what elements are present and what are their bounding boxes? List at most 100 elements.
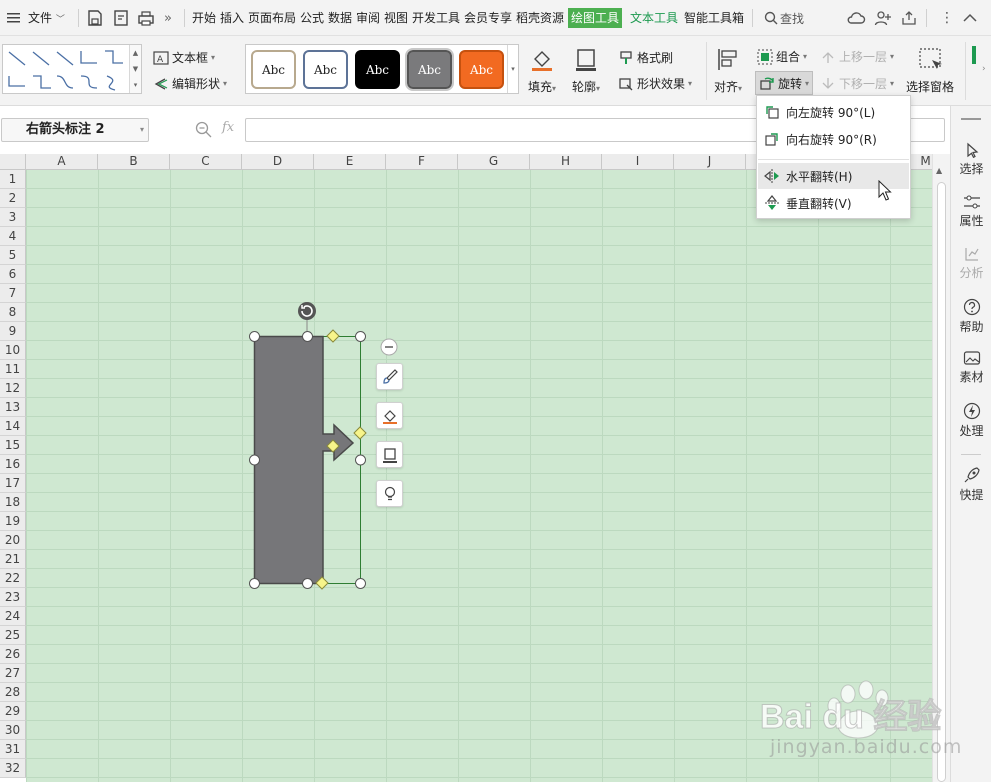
row-header[interactable]: 26: [0, 645, 26, 664]
row-header[interactable]: 9: [0, 322, 26, 341]
group-button[interactable]: 组合 ▾: [757, 48, 807, 65]
tab-text-tools[interactable]: 文本工具: [630, 8, 678, 28]
tab-smart-toolbox[interactable]: 智能工具箱: [684, 8, 744, 28]
style-gallery-expand[interactable]: ▾: [507, 45, 518, 93]
text-box-button[interactable]: A 文本框 ▾: [153, 49, 215, 66]
row-header[interactable]: 25: [0, 626, 26, 645]
row-header[interactable]: 4: [0, 227, 26, 246]
more-quick-access-icon[interactable]: »: [164, 0, 172, 36]
row-header[interactable]: 20: [0, 531, 26, 550]
tab-insert[interactable]: 插入: [220, 8, 244, 28]
selection-pane-button[interactable]: 选择窗格: [906, 46, 954, 95]
row-header[interactable]: 32: [0, 759, 26, 778]
row-header[interactable]: 31: [0, 740, 26, 759]
row-header[interactable]: 3: [0, 208, 26, 227]
search-button[interactable]: 查找: [764, 0, 804, 36]
tab-home[interactable]: 开始: [192, 8, 216, 28]
bring-forward-button[interactable]: 上移一层 ▾: [820, 48, 894, 65]
row-header[interactable]: 30: [0, 721, 26, 740]
row-header[interactable]: 23: [0, 588, 26, 607]
column-header[interactable]: F: [386, 154, 458, 170]
style-preset-5[interactable]: Abc: [459, 50, 504, 89]
shape-style-brush-button[interactable]: [376, 363, 403, 390]
row-header[interactable]: 2: [0, 189, 26, 208]
column-header[interactable]: H: [530, 154, 602, 170]
collapse-ribbon-icon[interactable]: [962, 0, 978, 36]
tab-view[interactable]: 视图: [384, 8, 408, 28]
tab-data[interactable]: 数据: [328, 8, 352, 28]
print-icon[interactable]: [137, 0, 155, 36]
ribbon-scroll-right-icon[interactable]: ›: [982, 64, 986, 74]
select-all-corner[interactable]: [0, 154, 26, 170]
shape-style-gallery[interactable]: Abc Abc Abc Abc Abc ▾: [245, 44, 519, 94]
mini-outline-button[interactable]: [376, 441, 403, 468]
style-preset-1[interactable]: Abc: [251, 50, 296, 89]
row-header[interactable]: 24: [0, 607, 26, 626]
rotate-button[interactable]: 旋转 ▾: [755, 71, 814, 95]
outline-button[interactable]: 轮廓▾: [572, 46, 600, 95]
collaborate-icon[interactable]: [874, 0, 892, 36]
column-header[interactable]: A: [26, 154, 98, 170]
mini-effect-button[interactable]: [376, 480, 403, 507]
save-icon[interactable]: [86, 0, 104, 36]
column-header[interactable]: G: [458, 154, 530, 170]
edit-shape-button[interactable]: 编辑形状 ▾: [153, 75, 227, 92]
format-painter-button[interactable]: 格式刷: [618, 49, 673, 66]
align-button[interactable]: 对齐▾: [714, 46, 742, 95]
row-header[interactable]: 12: [0, 379, 26, 398]
export-pdf-icon[interactable]: [112, 0, 130, 36]
row-header[interactable]: 15: [0, 436, 26, 455]
name-box[interactable]: 右箭头标注 2 ▾: [1, 118, 149, 142]
row-header[interactable]: 19: [0, 512, 26, 531]
row-header[interactable]: 6: [0, 265, 26, 284]
gallery-scroll[interactable]: ▲ ▼ ▾: [129, 45, 141, 93]
hamburger-icon[interactable]: [6, 0, 22, 36]
side-item-quick[interactable]: 快提: [951, 466, 991, 503]
row-header[interactable]: 22: [0, 569, 26, 588]
style-preset-2[interactable]: Abc: [303, 50, 348, 89]
row-header[interactable]: 18: [0, 493, 26, 512]
tab-docer-resources[interactable]: 稻壳资源: [516, 8, 564, 28]
file-menu[interactable]: 文件 ﹀: [28, 8, 65, 28]
column-header[interactable]: E: [314, 154, 386, 170]
side-item-material[interactable]: 素材: [951, 350, 991, 385]
side-item-select[interactable]: 选择: [951, 142, 991, 177]
row-header[interactable]: 17: [0, 474, 26, 493]
column-header[interactable]: J: [674, 154, 746, 170]
scroll-up-icon[interactable]: ▲: [936, 166, 942, 175]
row-header[interactable]: 21: [0, 550, 26, 569]
row-header[interactable]: 11: [0, 360, 26, 379]
side-item-process[interactable]: 处理: [951, 402, 991, 439]
row-header[interactable]: 7: [0, 284, 26, 303]
tab-review[interactable]: 审阅: [356, 8, 380, 28]
connector-shape-gallery[interactable]: ▲ ▼ ▾: [2, 44, 142, 94]
mini-fill-button[interactable]: [376, 402, 403, 429]
side-item-properties[interactable]: 属性: [951, 194, 991, 229]
rotate-left-90-item[interactable]: 向左旋转 90°(L): [758, 99, 909, 125]
style-preset-4[interactable]: Abc: [405, 48, 454, 91]
row-header[interactable]: 27: [0, 664, 26, 683]
column-header[interactable]: C: [170, 154, 242, 170]
zoom-icon[interactable]: [195, 121, 213, 142]
column-header[interactable]: B: [98, 154, 170, 170]
tab-page-layout[interactable]: 页面布局: [248, 8, 296, 28]
column-header[interactable]: I: [602, 154, 674, 170]
row-header[interactable]: 13: [0, 398, 26, 417]
send-backward-button[interactable]: 下移一层 ▾: [820, 75, 894, 92]
row-header[interactable]: 28: [0, 683, 26, 702]
row-header[interactable]: 8: [0, 303, 26, 322]
row-header[interactable]: 5: [0, 246, 26, 265]
row-header[interactable]: 16: [0, 455, 26, 474]
rotate-right-90-item[interactable]: 向右旋转 90°(R): [758, 126, 909, 152]
style-preset-3[interactable]: Abc: [355, 50, 400, 89]
tab-member[interactable]: 会员专享: [464, 8, 512, 28]
column-header[interactable]: D: [242, 154, 314, 170]
row-header[interactable]: 10: [0, 341, 26, 360]
share-icon[interactable]: [900, 0, 918, 36]
cloud-sync-icon[interactable]: [846, 0, 866, 36]
row-header[interactable]: 29: [0, 702, 26, 721]
side-item-help[interactable]: 帮助: [951, 298, 991, 335]
row-header[interactable]: 14: [0, 417, 26, 436]
more-options-icon[interactable]: ⋮: [940, 0, 954, 36]
tab-formulas[interactable]: 公式: [300, 8, 324, 28]
